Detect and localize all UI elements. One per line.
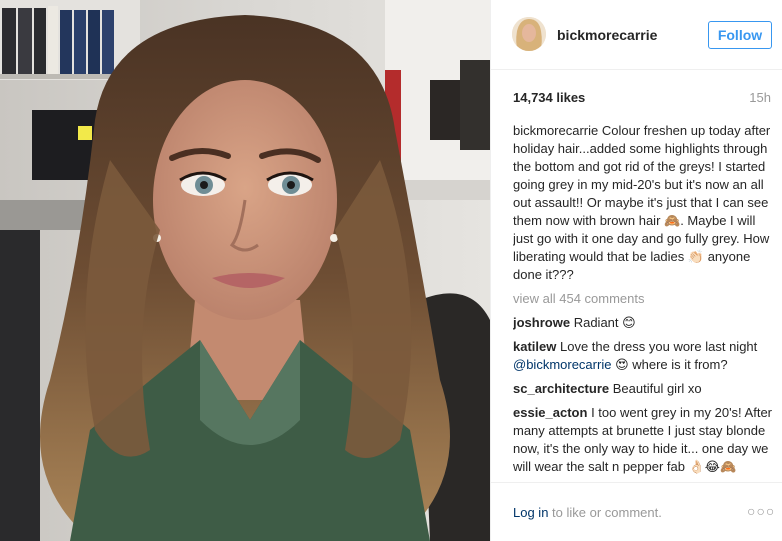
comment-item: katilew Love the dress you wore last nig… [513, 338, 773, 374]
post-photo[interactable] [0, 0, 490, 541]
follow-button[interactable]: Follow [708, 21, 772, 49]
comment-item: essie_acton I too went grey in my 20's! … [513, 404, 773, 476]
comment-username[interactable]: essie_acton [513, 405, 587, 420]
post-timestamp[interactable]: 15h [749, 90, 771, 105]
caption-text: Colour freshen up today after holiday ha… [513, 123, 771, 282]
post-username[interactable]: bickmorecarrie [557, 27, 657, 43]
comment-item: sc_architecture Beautiful girl xo [513, 380, 773, 398]
login-prompt-text: to like or comment. [548, 505, 662, 520]
login-prompt: Log in to like or comment. [513, 505, 662, 520]
comment-item: joshrowe Radiant 😊 [513, 314, 773, 332]
login-link[interactable]: Log in [513, 505, 548, 520]
avatar-image [512, 17, 546, 51]
comment-text: Beautiful girl xo [612, 381, 702, 396]
comment-username[interactable]: sc_architecture [513, 381, 609, 396]
selfie-image [0, 0, 490, 541]
comment-username[interactable]: joshrowe [513, 315, 570, 330]
comments-list[interactable]: bickmorecarrie Colour freshen up today a… [513, 122, 773, 480]
comment-text: 😍 where is it from? [611, 357, 728, 372]
comment-mention-link[interactable]: @bickmorecarrie [513, 357, 611, 372]
comment-text: Love the dress you wore last night [559, 339, 758, 354]
caption-username[interactable]: bickmorecarrie [513, 123, 598, 138]
likes-row: 14,734 likes 15h [513, 90, 771, 106]
post-panel: bickmorecarrie Follow 14,734 likes 15h b… [490, 0, 782, 541]
post-footer: Log in to like or comment. ○○○ [491, 482, 782, 541]
comment-username[interactable]: katilew [513, 339, 556, 354]
more-dots-icon[interactable]: ○○○ [747, 503, 775, 519]
likes-count[interactable]: 14,734 likes [513, 90, 585, 105]
view-all-comments-link[interactable]: view all 454 comments [513, 290, 773, 308]
post-caption: bickmorecarrie Colour freshen up today a… [513, 122, 773, 284]
post-header: bickmorecarrie Follow [491, 0, 782, 70]
avatar[interactable] [512, 17, 546, 51]
comment-text: Radiant 😊 [573, 315, 636, 330]
